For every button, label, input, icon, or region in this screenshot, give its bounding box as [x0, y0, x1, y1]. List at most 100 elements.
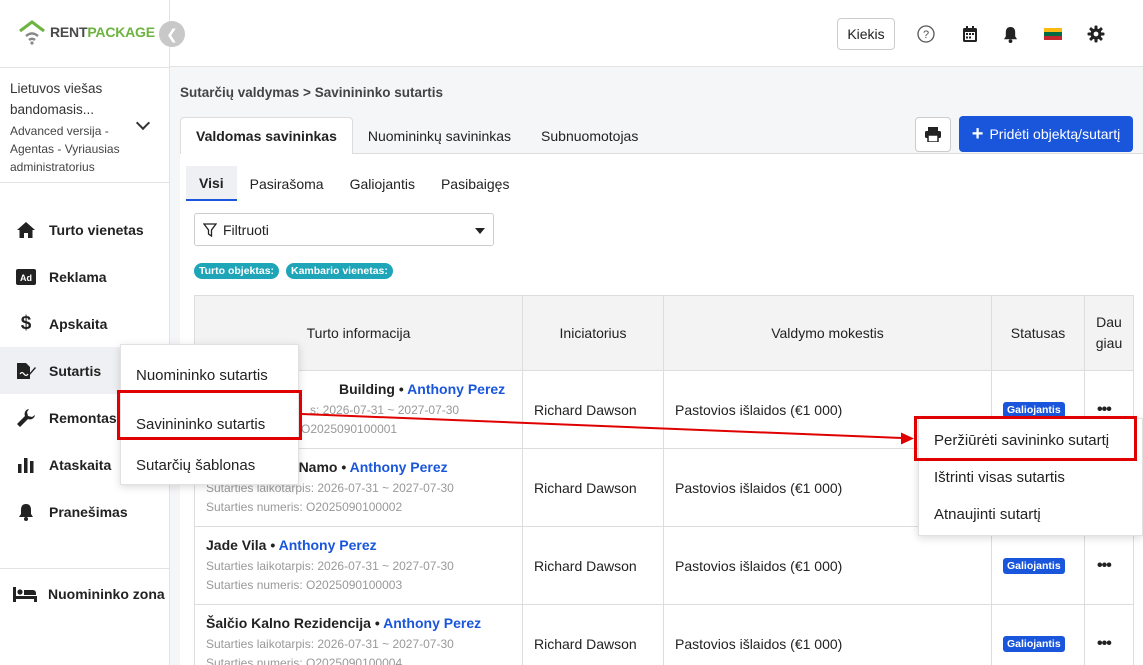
ad-icon: Ad — [15, 267, 37, 287]
status-subtabs: Visi Pasirašoma Galiojantis Pasibaigęs — [186, 166, 522, 201]
status-badge: Galiojantis — [1003, 557, 1065, 574]
property-name: Šalčio Kalno Rezidencija — [206, 614, 371, 631]
property-info-cell: Jade Vila • Anthony Perez Sutarties laik… — [195, 527, 523, 604]
owner-link[interactable]: Anthony Perez — [279, 537, 377, 553]
owner-link[interactable]: Anthony Perez — [350, 459, 448, 475]
fee-cell: Pastovios išlaidos (€1 000) — [664, 527, 992, 604]
contract-number: Sutarties numeris: O2025090100002 — [206, 499, 403, 514]
tab-nuomininku-savininkas[interactable]: Nuomininkų savininkas — [353, 117, 526, 154]
logo-icon — [18, 19, 46, 45]
sidebar-item-reklama[interactable]: Ad Reklama — [0, 253, 170, 300]
more-actions-icon[interactable]: ••• — [1085, 527, 1133, 604]
column-header-iniciatorius: Iniciatorius — [523, 296, 664, 370]
sidebar-item-label: Apskaita — [49, 315, 108, 332]
submenu-item-sutarciu-sablonas[interactable]: Sutarčių šablonas — [121, 445, 298, 486]
bar-chart-icon — [15, 455, 37, 475]
bell-icon[interactable] — [1000, 24, 1020, 44]
svg-text:?: ? — [923, 29, 929, 41]
sidebar-item-label: Pranešimas — [49, 503, 128, 520]
logo-text-package: PACKAGE — [87, 24, 155, 40]
menu-item-renew-contract[interactable]: Atnaujinti sutartį — [919, 496, 1142, 533]
calendar-icon[interactable] — [960, 24, 980, 44]
contract-type-tabs: Valdomas savininkas Nuomininkų savininka… — [180, 117, 653, 154]
status-badge: Galiojantis — [1003, 635, 1065, 652]
sidebar-item-label: Turto vienetas — [49, 221, 144, 238]
contract-period: Sutarties laikotarpis: 2026-07-31 ~ 2027… — [206, 558, 454, 573]
kiekis-button[interactable]: Kiekis — [837, 18, 895, 50]
sidebar-item-apskaita[interactable]: $ Apskaita — [0, 300, 170, 347]
filter-icon — [203, 222, 217, 237]
sidebar-item-label: Remontas — [49, 409, 117, 426]
svg-text:Ad: Ad — [20, 273, 32, 283]
status-cell: Galiojantis — [992, 527, 1085, 604]
contract-number: Sutarties numeris: O2025090100004 — [206, 655, 403, 665]
initiator-cell: Richard Dawson — [523, 527, 664, 604]
table-header: Turto informacija Iniciatorius Valdymo m… — [195, 296, 1133, 371]
tab-valdomas-savininkas[interactable]: Valdomas savininkas — [180, 117, 353, 154]
owner-link[interactable]: Anthony Perez — [383, 615, 481, 631]
sidebar-item-label: Reklama — [49, 268, 107, 285]
language-flag-icon[interactable] — [1044, 28, 1062, 40]
home-icon — [15, 220, 37, 240]
bell-icon — [15, 502, 37, 522]
sidebar-item-label: Sutartis — [49, 362, 102, 379]
menu-item-delete-all-contracts[interactable]: Ištrinti visas sutartis — [919, 459, 1142, 496]
status-cell: Galiojantis — [992, 605, 1085, 665]
subtab-pasibaiges[interactable]: Pasibaigęs — [428, 166, 523, 201]
subtab-visi[interactable]: Visi — [186, 166, 237, 201]
initiator-cell: Richard Dawson — [523, 371, 664, 448]
logo[interactable]: RENTPACKAGE — [18, 19, 155, 45]
table-row[interactable]: Šalčio Kalno Rezidencija • Anthony Perez… — [195, 605, 1133, 665]
filter-chip-turto-objektas[interactable]: Turto objektas: — [194, 263, 280, 279]
property-title: Jade Vila • Anthony Perez — [206, 536, 377, 553]
gear-icon[interactable] — [1086, 24, 1106, 44]
top-bar: Kiekis ? — [170, 0, 1143, 67]
more-actions-icon[interactable]: ••• — [1085, 605, 1133, 665]
column-header-daugiau: Daugiau — [1095, 314, 1123, 351]
highlight-box-submenu — [117, 390, 302, 440]
contract-number: Sutarties numeris: O2025090100003 — [206, 577, 403, 592]
contract-icon — [15, 361, 37, 381]
organization-name: Lietuvos viešas bandomasis... — [10, 81, 103, 117]
owner-link[interactable]: Anthony Perez — [407, 381, 505, 397]
organization-subtitle: Advanced versija - Agentas - Vyriausias … — [10, 124, 120, 174]
property-info-cell: Šalčio Kalno Rezidencija • Anthony Perez… — [195, 605, 523, 665]
tenant-zone-label: Nuomininko zona — [48, 585, 165, 602]
sidebar-item-turto-vienetas[interactable]: Turto vienetas — [0, 206, 170, 253]
bed-icon — [13, 586, 37, 602]
flag-stripe — [1044, 36, 1062, 40]
sidebar: RENTPACKAGE Lietuvos viešas bandomasis..… — [0, 0, 170, 665]
property-title: Šalčio Kalno Rezidencija • Anthony Perez — [206, 614, 482, 631]
plus-icon: + — [971, 123, 984, 145]
printer-icon — [925, 127, 941, 142]
chevron-left-icon: ❮ — [166, 25, 178, 42]
filter-dropdown[interactable]: Filtruoti — [194, 213, 494, 246]
caret-down-icon — [475, 228, 485, 234]
initiator-cell: Richard Dawson — [523, 449, 664, 526]
filter-label: Filtruoti — [223, 221, 269, 238]
chevron-down-icon[interactable] — [135, 115, 151, 131]
add-object-contract-button[interactable]: + Pridėti objektą/sutartį — [959, 116, 1133, 152]
help-icon[interactable]: ? — [916, 24, 936, 44]
subtab-galiojantis[interactable]: Galiojantis — [337, 166, 428, 201]
sidebar-item-nuomininko-zona[interactable]: Nuomininko zona — [0, 568, 170, 618]
property-name: Building — [339, 380, 395, 397]
add-button-label: Pridėti objektą/sutartį — [989, 126, 1121, 142]
sidebar-item-pranesimas[interactable]: Pranešimas — [0, 488, 170, 535]
breadcrumb: Sutarčių valdymas > Savinininko sutartis — [180, 85, 443, 100]
highlight-box-row-menu — [914, 416, 1137, 461]
property-name: Jade Vila — [206, 536, 267, 553]
tab-subnuomotojas[interactable]: Subnuomotojas — [526, 117, 653, 154]
contract-period: Sutarties laikotarpis: 2026-07-31 ~ 2027… — [206, 636, 454, 651]
fee-cell: Pastovios išlaidos (€1 000) — [664, 605, 992, 665]
organization-selector[interactable]: Lietuvos viešas bandomasis... Advanced v… — [0, 67, 170, 183]
logo-text-rent: RENT — [50, 24, 88, 40]
table-row[interactable]: Jade Vila • Anthony Perez Sutarties laik… — [195, 527, 1133, 605]
filter-chip-kambario-vienetas[interactable]: Kambario vienetas: — [286, 263, 393, 279]
wrench-icon — [15, 408, 37, 428]
column-header-statusas: Statusas — [992, 296, 1085, 370]
subtab-pasirasoma[interactable]: Pasirašoma — [237, 166, 337, 201]
collapse-sidebar-button[interactable]: ❮ — [159, 21, 185, 47]
initiator-cell: Richard Dawson — [523, 605, 664, 665]
print-button[interactable] — [915, 117, 951, 152]
